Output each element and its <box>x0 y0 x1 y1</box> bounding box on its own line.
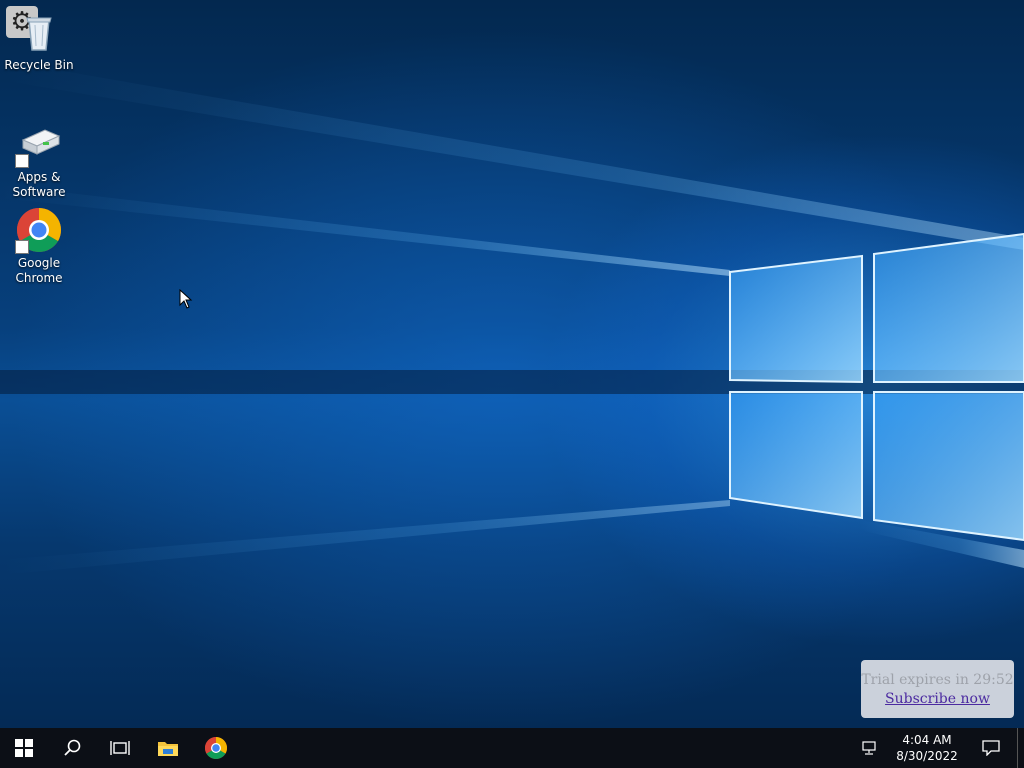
desktop-icon-label: Google Chrome <box>15 256 63 285</box>
taskbar: 4:04 AM 8/30/2022 <box>0 728 1024 768</box>
system-tray: 4:04 AM 8/30/2022 <box>855 728 1024 768</box>
trial-expiry-text: Trial expires in 29:52 <box>861 672 1014 688</box>
trial-notice: Trial expires in 29:52 Subscribe now <box>861 660 1014 718</box>
clock-time: 4:04 AM <box>902 733 952 747</box>
desktop-wallpaper <box>0 0 1024 728</box>
shortcut-arrow-icon <box>15 154 29 168</box>
recycle-bin-icon <box>15 8 63 56</box>
chrome-icon[interactable] <box>192 728 240 768</box>
desktop-icon-google-chrome[interactable]: Google Chrome <box>2 206 76 286</box>
file-explorer-icon[interactable] <box>144 728 192 768</box>
mouse-cursor-icon <box>179 288 193 313</box>
desktop-icon-label: Recycle Bin <box>4 58 74 72</box>
desktop-icon-label: Apps & Software <box>12 170 66 199</box>
show-desktop-button[interactable] <box>1017 728 1024 768</box>
network-icon[interactable] <box>855 728 885 768</box>
subscribe-link[interactable]: Subscribe now <box>861 691 1014 707</box>
clock-date: 8/30/2022 <box>896 749 958 763</box>
chrome-icon <box>15 206 63 254</box>
windows-start-icon[interactable] <box>0 728 48 768</box>
shortcut-arrow-icon <box>15 240 29 254</box>
apps-software-icon <box>15 120 63 168</box>
task-view-icon[interactable] <box>96 728 144 768</box>
notification-icon[interactable] <box>969 728 1013 768</box>
search-icon[interactable] <box>48 728 96 768</box>
desktop-icon-apps-software[interactable]: Apps & Software <box>2 120 76 200</box>
taskbar-clock[interactable]: 4:04 AM 8/30/2022 <box>885 732 969 764</box>
desktop-icon-recycle-bin[interactable]: Recycle Bin <box>2 8 76 73</box>
